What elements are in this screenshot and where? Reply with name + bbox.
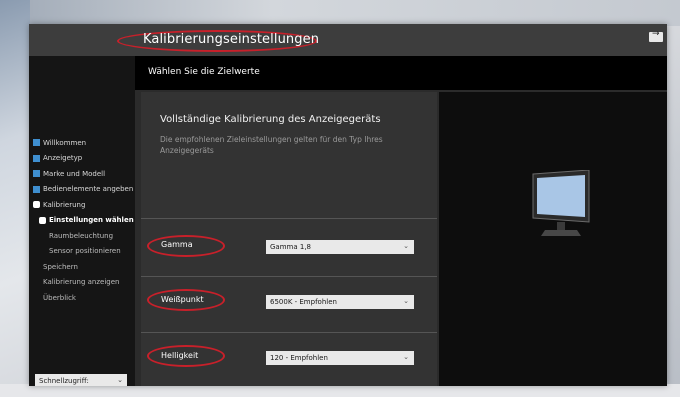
step-done-icon (33, 170, 40, 178)
sidebar-item-label: Sensor positionieren (49, 247, 121, 256)
step-done-icon (33, 154, 40, 162)
window-title: Kalibrierungseinstellungen (143, 32, 320, 47)
step-pending-icon (33, 279, 40, 286)
sidebar-item-anzeigetyp[interactable]: Anzeigetyp (33, 151, 134, 167)
step-active-icon (33, 201, 40, 209)
sidebar-item-label: Marke und Modell (43, 169, 106, 178)
helligkeit-select-value: 120 - Empfohlen (270, 354, 328, 362)
step-pending-icon (39, 232, 46, 239)
step-pending-icon (33, 294, 40, 301)
sidebar-item-label: Willkommen (43, 138, 87, 147)
step-navigation: Willkommen Anzeigetyp Marke und Modell B… (33, 135, 134, 306)
divider (141, 332, 437, 333)
settings-panel: Vollständige Kalibrierung des Anzeigeger… (141, 92, 437, 386)
sidebar-item-kalibrierung-anzeigen[interactable]: Kalibrierung anzeigen (33, 275, 134, 291)
sidebar-item-marke-und-modell[interactable]: Marke und Modell (33, 166, 134, 182)
step-done-icon (33, 185, 40, 193)
chevron-down-icon: ⌄ (117, 376, 123, 384)
sidebar-item-label: Bedienelemente angeben (43, 185, 134, 194)
gamma-label: Gamma (161, 240, 193, 249)
gamma-select[interactable]: Gamma 1,8 ⌄ (266, 240, 414, 254)
sidebar-item-label: Kalibrierung (43, 200, 86, 209)
sidebar: Willkommen Anzeigetyp Marke und Modell B… (29, 56, 135, 386)
title-bar: Kalibrierungseinstellungen → (29, 24, 667, 56)
step-done-icon (33, 139, 40, 147)
sidebar-item-bedienelemente[interactable]: Bedienelemente angeben (33, 182, 134, 198)
divider (141, 276, 437, 277)
sidebar-item-sensor-positionieren[interactable]: Sensor positionieren (33, 244, 134, 260)
section-header: Wählen Sie die Zielwerte (135, 56, 667, 90)
calibration-window: Kalibrierungseinstellungen → Willkommen … (29, 24, 667, 386)
sidebar-item-speichern[interactable]: Speichern (33, 259, 134, 275)
section-title: Wählen Sie die Zielwerte (148, 67, 260, 77)
weisspunkt-select-value: 6500K - Empfohlen (270, 298, 337, 306)
helligkeit-label: Helligkeit (161, 351, 199, 360)
desktop-background-top (0, 0, 680, 26)
sidebar-item-willkommen[interactable]: Willkommen (33, 135, 134, 151)
weisspunkt-label: Weißpunkt (161, 295, 204, 304)
panel-description: Die empfohlenen Zieleinstellungen gelten… (160, 135, 383, 155)
sidebar-item-raumbeleuchtung[interactable]: Raumbeleuchtung (33, 228, 134, 244)
monitor-icon (532, 170, 590, 236)
weisspunkt-select[interactable]: 6500K - Empfohlen ⌄ (266, 295, 414, 309)
gamma-select-value: Gamma 1,8 (270, 243, 311, 251)
step-pending-icon (39, 248, 46, 255)
sidebar-item-kalibrierung[interactable]: Kalibrierung (33, 197, 134, 213)
sidebar-item-ueberblick[interactable]: Überblick (33, 290, 134, 306)
sidebar-item-einstellungen-waehlen[interactable]: Einstellungen wählen (33, 213, 134, 229)
display-preview-panel (439, 92, 667, 386)
helligkeit-select[interactable]: 120 - Empfohlen ⌄ (266, 351, 414, 365)
step-pending-icon (33, 263, 40, 270)
chevron-down-icon: ⌄ (403, 353, 409, 361)
sidebar-item-label: Überblick (43, 293, 76, 302)
chevron-down-icon: ⌄ (403, 242, 409, 250)
sidebar-item-label: Einstellungen wählen (49, 216, 134, 225)
step-active-icon (39, 216, 46, 224)
sidebar-item-label: Speichern (43, 262, 78, 271)
sidebar-item-label: Anzeigetyp (43, 154, 83, 163)
restore-icon[interactable]: → (649, 29, 663, 42)
quick-access-select[interactable]: Schnellzugriff: ⌄ (35, 374, 127, 386)
chevron-down-icon: ⌄ (403, 297, 409, 305)
quick-access-label: Schnellzugriff: (39, 377, 89, 385)
panel-heading: Vollständige Kalibrierung des Anzeigeger… (160, 114, 381, 125)
divider (141, 218, 437, 219)
sidebar-item-label: Raumbeleuchtung (49, 231, 114, 240)
desktop-background-left (0, 0, 30, 397)
sidebar-item-label: Kalibrierung anzeigen (43, 278, 120, 287)
